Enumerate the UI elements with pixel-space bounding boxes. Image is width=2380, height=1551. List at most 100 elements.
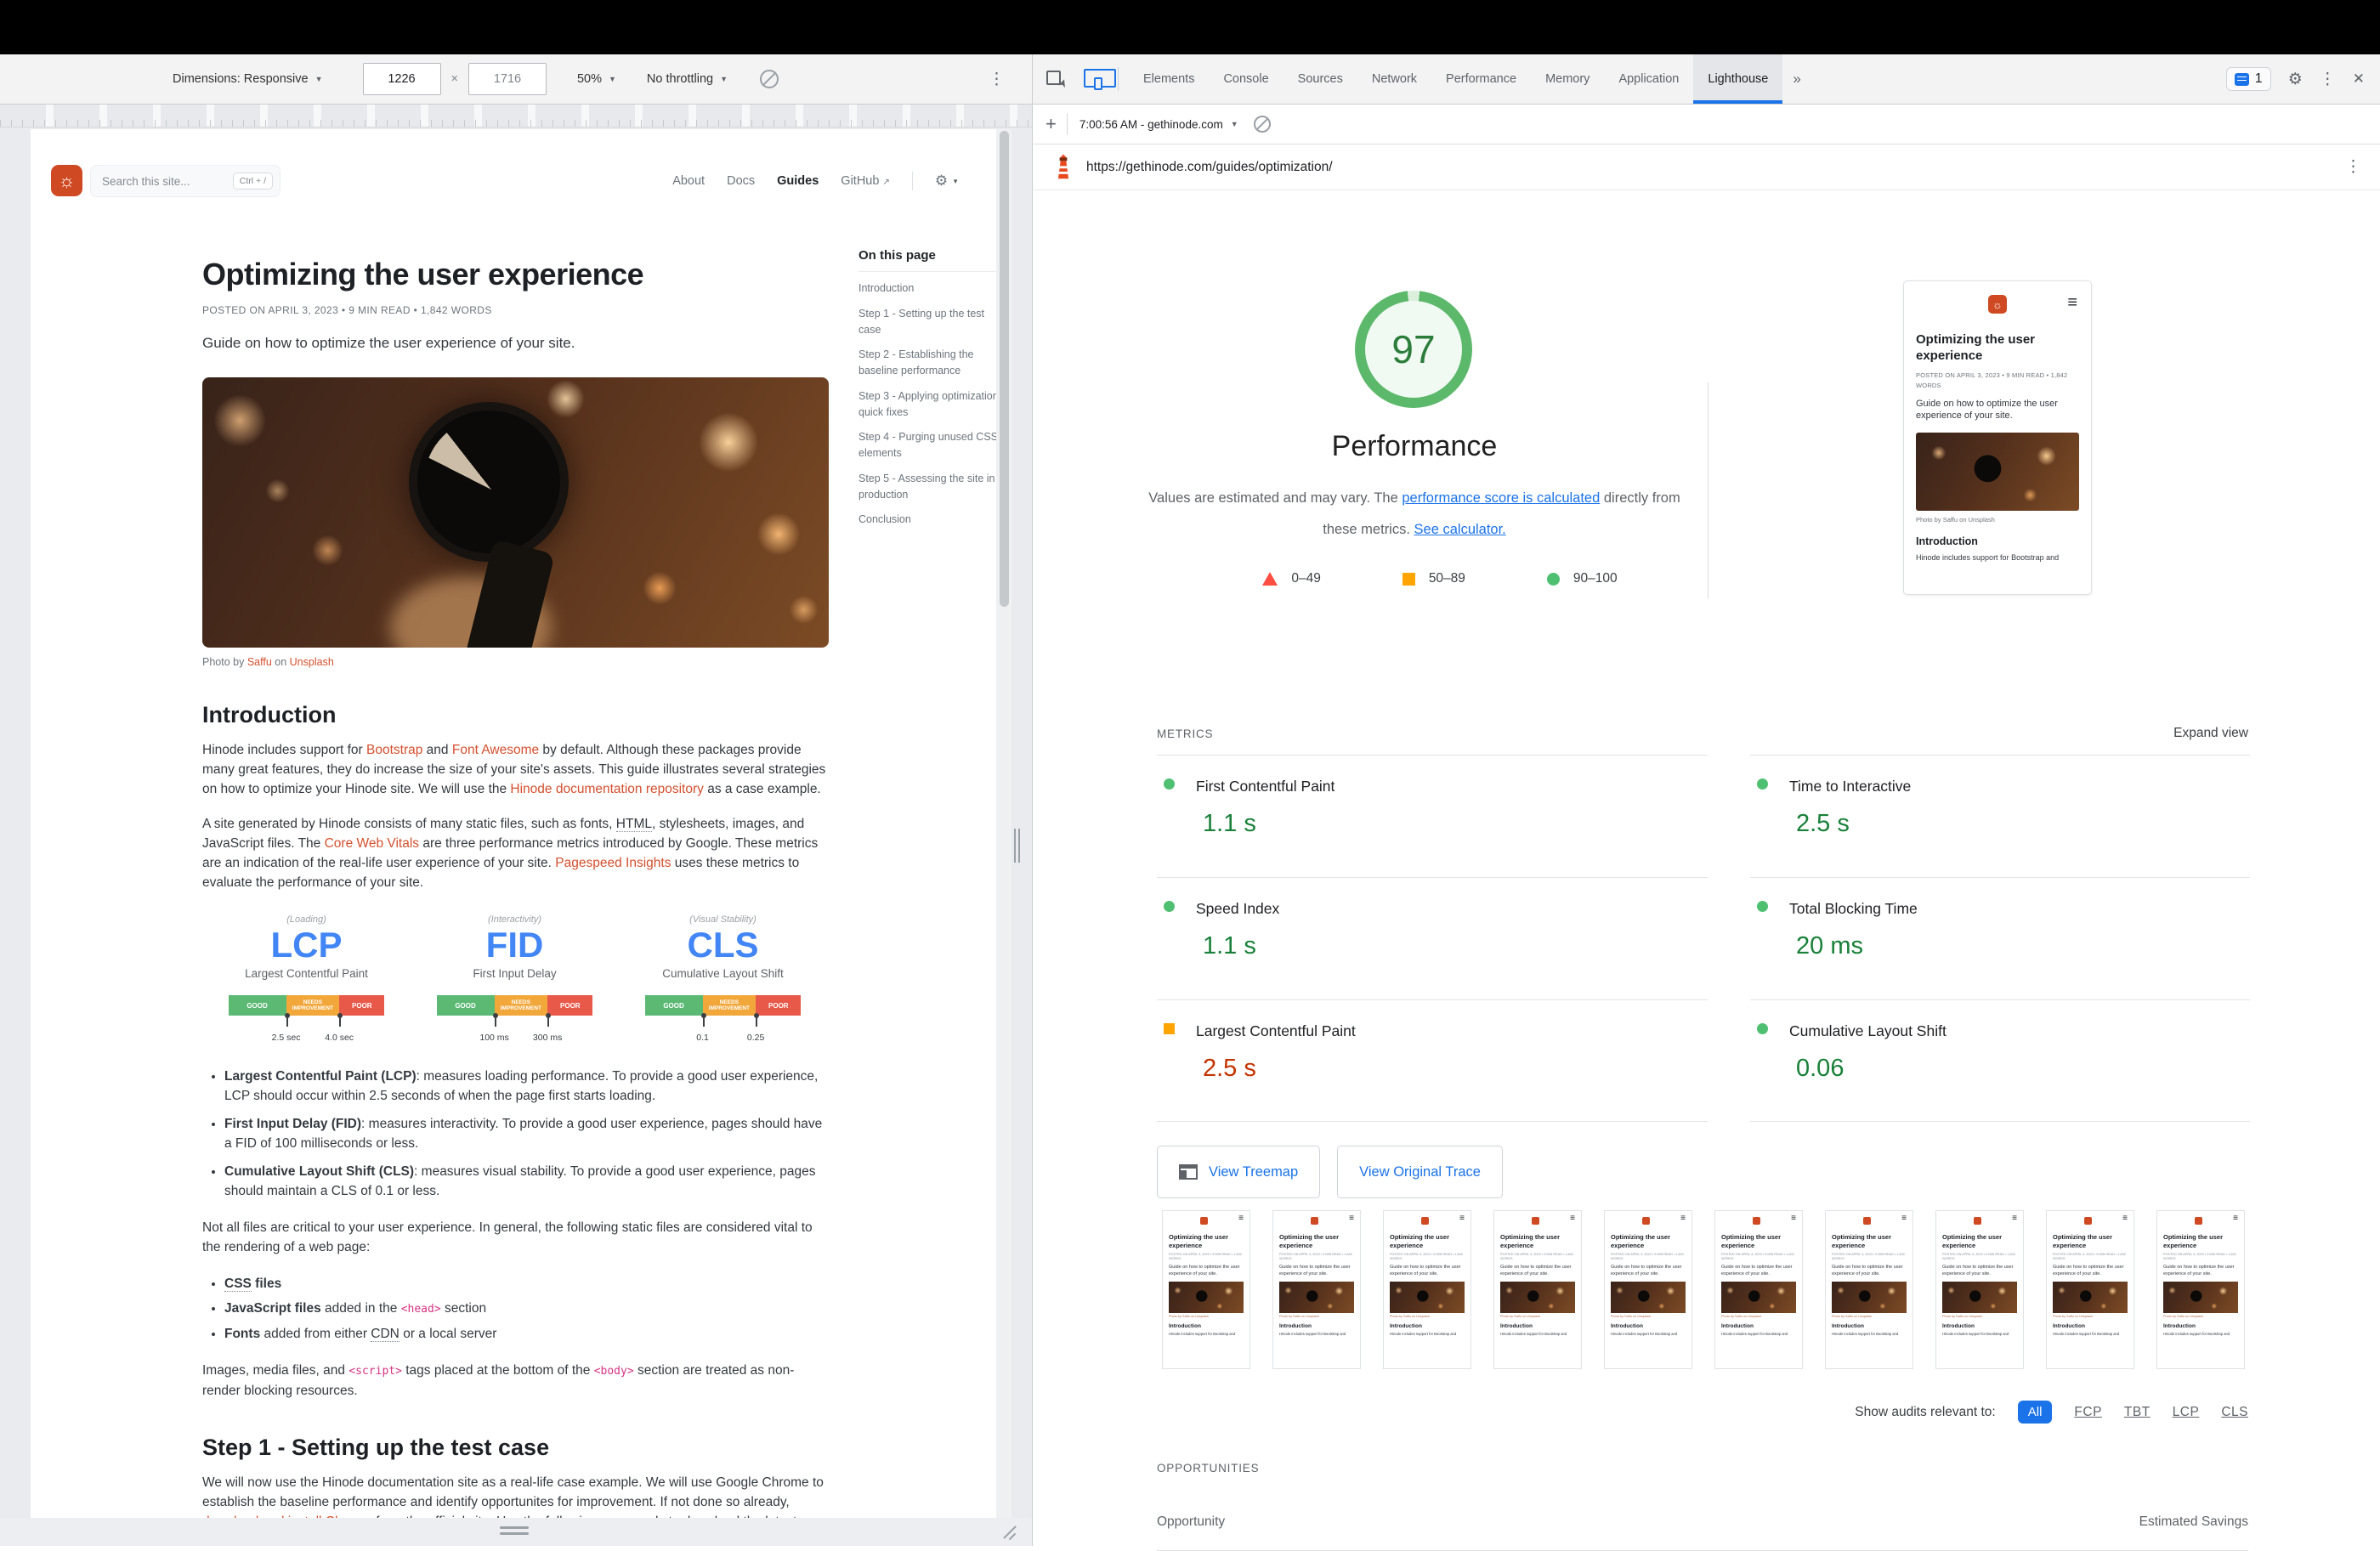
audit-filter-all[interactable]: All [2018, 1401, 2053, 1424]
nav-item-github[interactable]: GitHub↗ [841, 174, 890, 188]
close-icon[interactable]: ✕ [2353, 71, 2365, 88]
more-tabs-icon[interactable]: » [1782, 71, 1810, 88]
category-title: Performance [1159, 430, 1669, 463]
expand-view-button[interactable]: Expand view [2173, 726, 2248, 741]
toc-item[interactable]: Step 5 - Assessing the site in productio… [858, 471, 1001, 503]
hinode-logo [2084, 1217, 2092, 1225]
metric-time-to-interactive[interactable]: Time to Interactive2.5 s [1750, 755, 2250, 877]
height-input[interactable] [468, 63, 547, 95]
hamburger-icon: ≡ [2012, 1214, 2017, 1223]
devtools-toolbar-right: 1 ⚙ ⋮ ✕ [2226, 67, 2365, 91]
legend-item: 50–89 [1402, 571, 1465, 586]
toc-item[interactable]: Step 3 - Applying optimization quick fix… [858, 388, 1001, 421]
audit-filter-lcp[interactable]: LCP [2173, 1405, 2200, 1420]
clear-icon[interactable] [1254, 116, 1271, 133]
average-square-icon [1402, 573, 1415, 586]
panel-splitter-handle[interactable] [1012, 829, 1023, 863]
audit-filter-fcp[interactable]: FCP [2074, 1405, 2102, 1420]
inline-link[interactable]: Font Awesome [452, 743, 539, 757]
width-input[interactable] [363, 63, 441, 95]
filmstrip-thumbnail[interactable]: ≡ Optimizing the user experience POSTED … [1935, 1210, 2024, 1369]
filmstrip-thumbnail[interactable]: ≡ Optimizing the user experience POSTED … [1604, 1210, 1692, 1369]
hamburger-icon: ≡ [2067, 293, 2077, 313]
filmstrip-thumbnail[interactable]: ≡ Optimizing the user experience POSTED … [1162, 1210, 1250, 1369]
toc-item[interactable]: Step 4 - Purging unused CSS elements [858, 429, 1001, 461]
tick-mark [339, 1016, 341, 1027]
search-input[interactable]: Search this site... Ctrl + / [90, 165, 280, 197]
site-settings-gear-icon[interactable]: ⚙▼ [935, 173, 959, 190]
thumbnail-photo [1721, 1282, 1796, 1313]
inline-link[interactable]: Core Web Vitals [325, 836, 419, 851]
resize-handle[interactable] [500, 1526, 529, 1537]
thumbnail-title: Optimizing the user experience [1611, 1233, 1686, 1250]
zoom-select[interactable]: 50%▼ [577, 72, 616, 86]
devtools-tab-console[interactable]: Console [1209, 54, 1283, 104]
rotate-disabled-icon[interactable] [760, 70, 779, 88]
dimensions-select[interactable]: Dimensions: Responsive▼ [173, 72, 323, 86]
devtools-tab-memory[interactable]: Memory [1531, 54, 1604, 104]
audit-filter-tbt[interactable]: TBT [2124, 1405, 2150, 1420]
new-report-icon[interactable]: + [1046, 113, 1057, 135]
filmstrip-thumbnail[interactable]: ≡ Optimizing the user experience POSTED … [1383, 1210, 1471, 1369]
devtools-tab-elements[interactable]: Elements [1129, 54, 1209, 104]
article-content: Optimizing the user experience POSTED ON… [202, 257, 829, 1518]
inspect-element-icon[interactable]: ➤ [1046, 69, 1067, 89]
issues-badge[interactable]: 1 [2226, 67, 2271, 91]
report-menu-icon[interactable]: ⋮ [2345, 157, 2361, 177]
scrollbar-thumb[interactable] [1000, 131, 1009, 607]
hinode-logo[interactable]: ☼ [51, 165, 82, 196]
toc-item[interactable]: Step 2 - Establishing the baseline perfo… [858, 347, 1001, 379]
toc-item[interactable]: Introduction [858, 280, 1001, 297]
inline-link[interactable]: performance score is calculated [1402, 490, 1600, 506]
devtools-tab-sources[interactable]: Sources [1284, 54, 1357, 104]
filmstrip-thumbnail[interactable]: ≡ Optimizing the user experience POSTED … [2046, 1210, 2134, 1369]
filmstrip-thumbnail[interactable]: ≡ Optimizing the user experience POSTED … [1493, 1210, 1582, 1369]
list-item: Cumulative Layout Shift (CLS): measures … [224, 1162, 829, 1201]
view-original-trace-button[interactable]: View Original Trace [1337, 1146, 1503, 1198]
inline-link[interactable]: Saffu [247, 656, 272, 668]
corner-resize-grip[interactable] [1001, 1521, 1020, 1540]
nav-item-docs[interactable]: Docs [727, 174, 755, 188]
gear-icon[interactable]: ⚙ [2288, 70, 2303, 89]
devtools-tab-application[interactable]: Application [1604, 54, 1693, 104]
toc-item[interactable]: Step 1 - Setting up the test case [858, 306, 1001, 338]
devtools-menu-icon[interactable]: ⋮ [2320, 70, 2336, 89]
thumbnail-meta: POSTED ON APRIL 3, 2023 • 9 MIN READ • 1… [1721, 1253, 1796, 1262]
metric-largest-contentful-paint[interactable]: Largest Contentful Paint2.5 s [1157, 999, 1708, 1122]
device-toolbar-toggle-icon[interactable] [1082, 68, 1104, 90]
metric-cumulative-layout-shift[interactable]: Cumulative Layout Shift0.06 [1750, 999, 2250, 1122]
filmstrip-thumbnail[interactable]: ≡ Optimizing the user experience POSTED … [1272, 1210, 1361, 1369]
view-treemap-button[interactable]: View Treemap [1157, 1146, 1320, 1198]
devtools-tab-lighthouse[interactable]: Lighthouse [1693, 54, 1782, 104]
toc-item[interactable]: Conclusion [858, 512, 1001, 528]
thumbnail-photo [2163, 1282, 2238, 1313]
throttling-select[interactable]: No throttling▼ [647, 72, 728, 86]
metric-first-contentful-paint[interactable]: First Contentful Paint1.1 s [1157, 755, 1708, 877]
device-toolbar-menu-icon[interactable]: ⋮ [989, 70, 1005, 89]
nav-item-about[interactable]: About [672, 174, 705, 188]
audit-filter-cls[interactable]: CLS [2221, 1405, 2248, 1420]
hamburger-icon: ≡ [1791, 1214, 1796, 1223]
inline-link[interactable]: See calculator. [1414, 522, 1506, 537]
inline-link[interactable]: Hinode documentation repository [510, 782, 703, 796]
nav-item-guides[interactable]: Guides [777, 174, 819, 188]
performance-score-gauge[interactable]: 97 [1355, 291, 1472, 408]
opportunities-section-title: OPPORTUNITIES [1157, 1462, 1259, 1475]
devtools-tab-network[interactable]: Network [1357, 54, 1431, 104]
filmstrip-thumbnail[interactable]: ≡ Optimizing the user experience POSTED … [1714, 1210, 1803, 1369]
metric-name: Cumulative Layout Shift [1789, 1022, 1946, 1039]
inline-link[interactable]: Pagespeed Insights [555, 856, 671, 870]
metric-total-blocking-time[interactable]: Total Blocking Time20 ms [1750, 877, 2250, 999]
filmstrip-thumbnail[interactable]: ≡ Optimizing the user experience POSTED … [1825, 1210, 1913, 1369]
metric-speed-index[interactable]: Speed Index1.1 s [1157, 877, 1708, 999]
hero-image [202, 377, 829, 648]
inline-link[interactable]: Unsplash [290, 656, 334, 668]
screen: Dimensions: Responsive▼ × 50%▼ No thrott… [0, 0, 2380, 1546]
page-scrollbar[interactable] [996, 129, 1012, 1518]
inline-text: JavaScript files [224, 1301, 321, 1316]
filmstrip-thumbnail[interactable]: ≡ Optimizing the user experience POSTED … [2156, 1210, 2245, 1369]
devtools-tab-performance[interactable]: Performance [1431, 54, 1531, 104]
inline-link[interactable]: Bootstrap [366, 743, 422, 757]
session-label[interactable]: 7:00:56 AM - gethinode.com [1080, 118, 1223, 131]
post-meta: POSTED ON APRIL 3, 2023 • 9 MIN READ • 1… [202, 304, 829, 316]
